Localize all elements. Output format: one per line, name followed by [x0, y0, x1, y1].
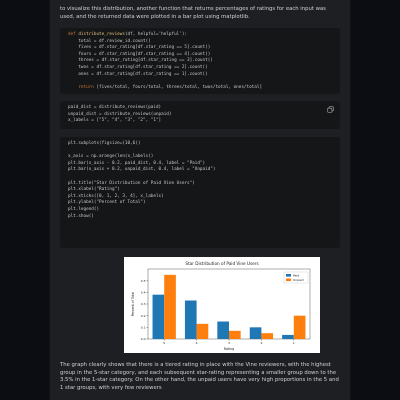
x-axis-label: Rating: [224, 347, 234, 351]
code-line: x_labels = ["5", "4", "3", "2", "1"]: [68, 118, 162, 124]
code-line: twos = df.star_rating[df.star_rating == …: [68, 64, 208, 70]
bar-paid: [249, 327, 262, 339]
y-tick-label: 0.1: [141, 326, 146, 330]
copy-icon[interactable]: [327, 106, 334, 113]
conclusion-paragraph: The graph clearly shows that there is a …: [60, 362, 339, 391]
legend-label: Paid: [293, 273, 299, 277]
x-tick-label: 3: [228, 341, 230, 345]
article-panel: to visualize this distribution, another …: [50, 0, 350, 400]
y-tick-label: 0.3: [141, 302, 146, 306]
intro-paragraph: to visualize this distribution, another …: [60, 6, 326, 20]
code-line: plt.ylabel("Percent of Total"): [68, 200, 146, 206]
bar-paid: [217, 321, 229, 339]
code-line: ones = df.star_rating[df.star_rating == …: [68, 71, 208, 77]
code-line: return [fives/total, fours/total, threes…: [68, 84, 263, 90]
y-axis-label: Percent of Total: [131, 292, 135, 317]
code-line: threes = df.star_rating[df.star_rating =…: [68, 58, 213, 64]
code-line: plt.xlabel("Rating"): [68, 187, 120, 193]
legend-swatch: [286, 274, 291, 277]
code-block-distribute-reviews: def distribute_reviews(df, helpful='help…: [60, 28, 340, 94]
x-tick-label: 2: [260, 341, 262, 345]
x-tick-label: 1: [293, 341, 295, 345]
bar-paid: [282, 334, 294, 339]
code-block-dist-vars: paid_dist = distribute_reviews(paid) unpa…: [60, 101, 340, 129]
code-line: x_axis = np.arange(len(x_labels)): [68, 154, 154, 160]
bar-unpaid: [229, 330, 241, 339]
legend-label: Unpaid: [293, 278, 304, 282]
bar-unpaid: [293, 315, 306, 339]
code-line: plt.subplots(figsize=(10,6)): [68, 141, 141, 146]
bar-unpaid: [261, 333, 274, 339]
y-tick-label: 0.4: [141, 291, 146, 295]
y-tick-label: 0.0: [141, 337, 146, 341]
chart-svg: Star Distribution of Paid Vine Users 0.0 0…: [131, 261, 311, 351]
code-line: fives = df.star_rating[df.star_rating ==…: [68, 45, 211, 51]
code-line: paid_dist = distribute_reviews(paid): [68, 105, 162, 110]
bar-unpaid: [164, 274, 176, 339]
x-tick-label: 4: [196, 341, 198, 345]
code-line: plt.legend(): [68, 206, 100, 212]
x-tick-label: 5: [163, 341, 165, 345]
bar-chart: Star Distribution of Paid Vine Users 0.0 0…: [124, 257, 320, 353]
code-line: plt.bar(x_axis + 0.2, unpaid_dist, 0.4, …: [68, 167, 216, 173]
bar-paid: [184, 300, 197, 339]
code-line: plt.show(): [68, 213, 94, 219]
legend-swatch: [286, 278, 291, 282]
y-tick-label: 0.2: [141, 314, 146, 318]
code-block-plot: plt.subplots(figsize=(10,6)) x_axis = np…: [60, 137, 340, 248]
code-line: def distribute_reviews(df, helpful='help…: [68, 32, 188, 37]
bar-paid: [152, 294, 165, 339]
y-tick-label: 0.5: [141, 279, 146, 283]
bar-unpaid: [196, 323, 209, 339]
chart-title: Star Distribution of Paid Vine Users: [185, 261, 258, 266]
